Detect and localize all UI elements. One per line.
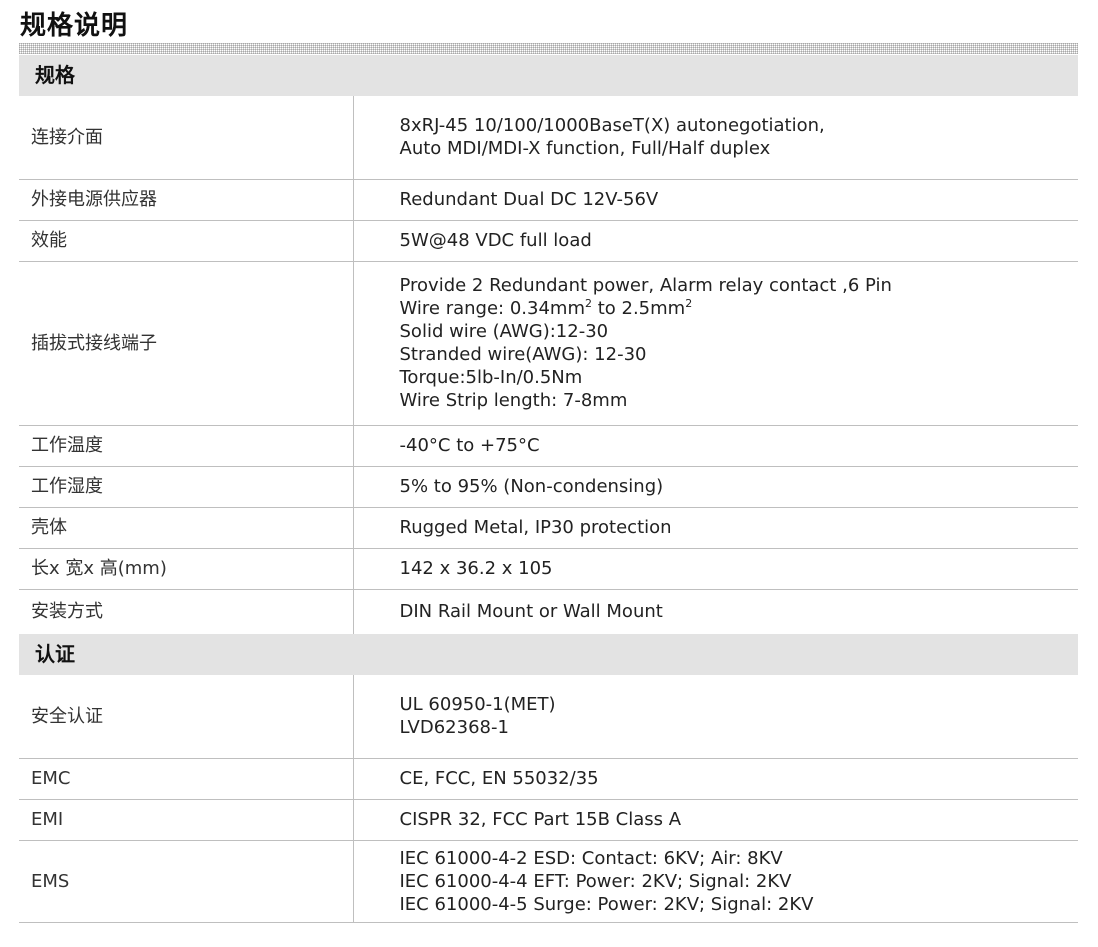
value-line: Auto MDI/MDI-X function, Full/Half duple… <box>399 138 771 160</box>
row-label: EMC <box>19 758 354 800</box>
value-line: LVD62368-1 <box>399 717 509 739</box>
value-line: CE, FCC, EN 55032/35 <box>399 768 599 789</box>
table-row: 安全认证 UL 60950-1(MET) LVD62368-1 <box>19 675 1078 759</box>
wire-range-prefix: Wire range: 0.34mm <box>399 298 585 319</box>
page-title: 规格说明 <box>20 11 129 41</box>
row-label: 壳体 <box>19 507 354 549</box>
value-line: Solid wire (AWG):12-30 <box>399 321 609 342</box>
value-line: Torque:5lb-In/0.5Nm <box>399 367 583 388</box>
row-value: 5W@48 VDC full load <box>353 220 1078 262</box>
row-value: CISPR 32, FCC Part 15B Class A <box>353 799 1078 841</box>
value-line: IEC 61000-4-5 Surge: Power: 2KV; Signal:… <box>399 893 814 915</box>
row-value: UL 60950-1(MET) LVD62368-1 <box>353 675 1078 759</box>
value-line: UL 60950-1(MET) <box>399 694 556 716</box>
superscript: 2 <box>685 297 693 310</box>
table-row: 外接电源供应器 Redundant Dual DC 12V-56V <box>19 179 1078 221</box>
row-value: 8xRJ-45 10/100/1000BaseT(X) autonegotiat… <box>353 96 1078 180</box>
row-label: 插拔式接线端子 <box>19 261 354 426</box>
section-title: 规格 <box>19 55 1078 96</box>
value-line: -40°C to +75°C <box>399 435 540 456</box>
row-label: 连接介面 <box>19 96 354 180</box>
row-value: 5% to 95% (Non-condensing) <box>353 466 1078 508</box>
table-row: 壳体 Rugged Metal, IP30 protection <box>19 507 1078 549</box>
table-row: 工作湿度 5% to 95% (Non-condensing) <box>19 466 1078 508</box>
row-label: 长x 宽x 高(mm) <box>19 548 354 590</box>
row-value: Provide 2 Redundant power, Alarm relay c… <box>353 261 1079 426</box>
row-label: 效能 <box>19 220 354 262</box>
spec-table: 规格 连接介面 8xRJ-45 10/100/1000BaseT(X) auto… <box>19 55 1078 923</box>
value-line: IEC 61000-4-2 ESD: Contact: 6KV; Air: 8K… <box>399 847 783 869</box>
value-line: 5% to 95% (Non-condensing) <box>399 476 664 497</box>
value-line: Rugged Metal, IP30 protection <box>399 517 672 538</box>
row-label: 工作湿度 <box>19 466 354 508</box>
value-line: CISPR 32, FCC Part 15B Class A <box>399 809 682 830</box>
section-header-spec: 规格 <box>19 55 1078 96</box>
value-line: DIN Rail Mount or Wall Mount <box>399 601 663 623</box>
row-label: EMS <box>19 840 354 923</box>
value-line: Stranded wire(AWG): 12-30 <box>399 344 647 365</box>
table-row: 工作温度 -40°C to +75°C <box>19 425 1078 467</box>
table-row: 连接介面 8xRJ-45 10/100/1000BaseT(X) autoneg… <box>19 96 1078 180</box>
value-line: 8xRJ-45 10/100/1000BaseT(X) autonegotiat… <box>399 115 825 137</box>
row-value: 142 x 36.2 x 105 <box>353 548 1078 590</box>
value-line: Redundant Dual DC 12V-56V <box>399 189 659 210</box>
row-label: 工作温度 <box>19 425 354 467</box>
value-line: Provide 2 Redundant power, Alarm relay c… <box>399 275 892 296</box>
table-row: EMS IEC 61000-4-2 ESD: Contact: 6KV; Air… <box>19 840 1078 923</box>
section-title: 认证 <box>19 634 1078 675</box>
value-line-wire-range: Wire range: 0.34mm2 to 2.5mm2 <box>400 297 1079 320</box>
value-line: Wire Strip length: 7-8mm <box>399 390 628 411</box>
table-row: EMI CISPR 32, FCC Part 15B Class A <box>19 799 1078 841</box>
table-row: EMC CE, FCC, EN 55032/35 <box>19 758 1078 800</box>
table-row: 插拔式接线端子 Provide 2 Redundant power, Alarm… <box>19 261 1079 426</box>
value-line: 142 x 36.2 x 105 <box>399 558 553 579</box>
row-label: 外接电源供应器 <box>19 179 354 221</box>
table-row: 长x 宽x 高(mm) 142 x 36.2 x 105 <box>19 548 1078 590</box>
row-value: DIN Rail Mount or Wall Mount <box>353 589 1078 634</box>
table-row: 安装方式 DIN Rail Mount or Wall Mount <box>19 589 1078 634</box>
title-divider <box>19 43 1078 54</box>
wire-range-middle: to 2.5mm <box>591 298 686 319</box>
superscript: 2 <box>584 297 592 310</box>
row-value: Rugged Metal, IP30 protection <box>353 507 1078 549</box>
row-value: -40°C to +75°C <box>353 425 1078 467</box>
section-header-cert: 认证 <box>19 634 1078 675</box>
row-label: EMI <box>19 799 354 841</box>
row-label: 安装方式 <box>19 589 354 634</box>
table-row: 效能 5W@48 VDC full load <box>19 220 1078 262</box>
value-line: 5W@48 VDC full load <box>399 230 592 251</box>
row-value: Redundant Dual DC 12V-56V <box>353 179 1078 221</box>
row-value: IEC 61000-4-2 ESD: Contact: 6KV; Air: 8K… <box>353 840 1078 923</box>
row-value: CE, FCC, EN 55032/35 <box>353 758 1078 800</box>
row-label: 安全认证 <box>19 675 354 759</box>
value-line: IEC 61000-4-4 EFT: Power: 2KV; Signal: 2… <box>399 870 792 892</box>
